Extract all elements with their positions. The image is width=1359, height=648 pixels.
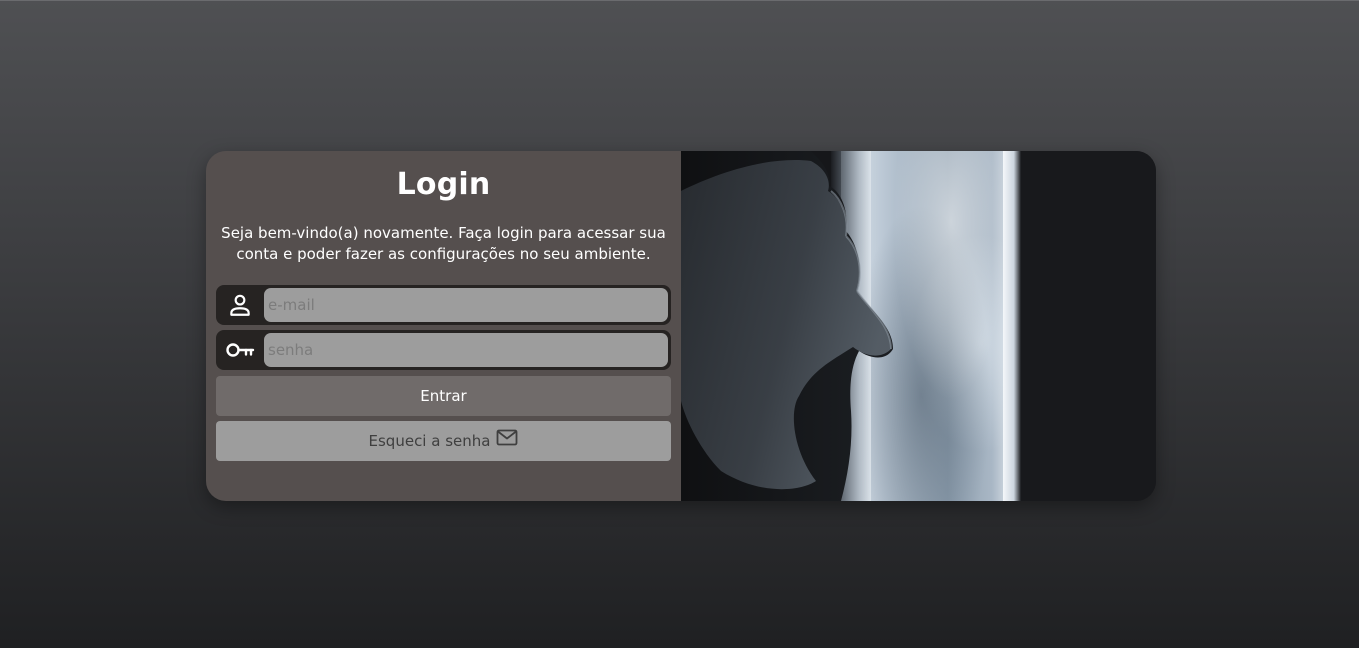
side-photo — [681, 151, 1156, 501]
email-field-group — [216, 285, 671, 325]
login-title: Login — [396, 167, 491, 202]
submit-button[interactable]: Entrar — [216, 376, 671, 416]
top-edge-line — [0, 0, 1359, 1]
key-icon — [216, 333, 264, 367]
hand-silhouette — [681, 151, 893, 501]
login-subtitle: Seja bem-vindo(a) novamente. Faça login … — [221, 224, 666, 263]
login-card: Login Seja bem-vindo(a) novamente. Faça … — [206, 151, 1156, 501]
email-input[interactable] — [264, 288, 668, 322]
login-fields — [216, 285, 671, 370]
password-field-group — [216, 330, 671, 370]
submit-button-label: Entrar — [420, 387, 467, 405]
login-form-panel: Login Seja bem-vindo(a) novamente. Faça … — [206, 151, 681, 501]
forgot-password-button[interactable]: Esqueci a senha — [216, 421, 671, 461]
password-input[interactable] — [264, 333, 668, 367]
user-icon — [216, 288, 264, 322]
forgot-password-label: Esqueci a senha — [368, 432, 491, 450]
mail-icon — [496, 429, 518, 446]
